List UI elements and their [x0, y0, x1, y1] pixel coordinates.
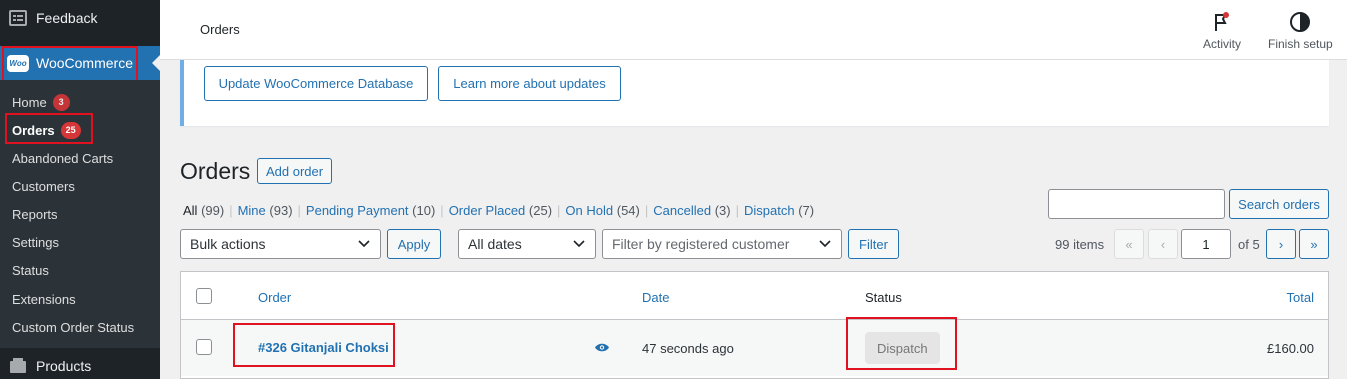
- status-badge: Dispatch: [865, 332, 940, 364]
- woocommerce-submenu: Home 3 Orders 25 Abandoned Carts Custome…: [0, 80, 160, 348]
- order-date: 47 seconds ago: [642, 341, 734, 356]
- orders-count-badge: 25: [60, 121, 81, 139]
- chevron-down-icon: [573, 240, 585, 248]
- submenu-label-reports: Reports: [12, 206, 58, 222]
- products-icon: [0, 358, 36, 374]
- view-link-order-placed[interactable]: Order Placed (25): [449, 203, 552, 218]
- submenu-label-custom-order-status: Custom Order Status: [12, 319, 135, 335]
- bulk-actions-value: Bulk actions: [190, 236, 266, 252]
- table-row[interactable]: #326 Gitanjali Choksi 47 seconds ago Dis…: [181, 320, 1328, 376]
- submenu-item-customers[interactable]: Customers: [12, 176, 75, 196]
- order-total: £160.00: [1267, 341, 1314, 356]
- column-header-status: Status: [865, 290, 902, 305]
- column-header-date[interactable]: Date: [642, 290, 669, 305]
- submenu-label-abandoned-carts: Abandoned Carts: [12, 150, 114, 166]
- submenu-label-settings: Settings: [12, 234, 59, 250]
- submenu-item-settings[interactable]: Settings: [12, 232, 59, 252]
- menu-item-feedback[interactable]: Feedback: [0, 1, 160, 35]
- view-separator: |: [440, 203, 444, 218]
- view-link-dispatch[interactable]: Dispatch (7): [744, 203, 814, 218]
- order-status-views: All (99) | Mine (93) | Pending Payment (10) |…: [183, 203, 814, 218]
- update-database-button[interactable]: Update WooCommerce Database: [204, 66, 428, 101]
- customer-filter-select[interactable]: Filter by registered customer: [602, 229, 842, 259]
- submenu-label-home: Home: [12, 94, 47, 110]
- preview-eye-icon[interactable]: [594, 342, 610, 353]
- dates-select[interactable]: All dates: [458, 229, 596, 259]
- table-header: Order Date Status Total: [181, 272, 1328, 320]
- menu-item-products[interactable]: Products: [0, 349, 160, 379]
- view-separator: |: [557, 203, 561, 218]
- view-link-all[interactable]: All (99): [183, 203, 224, 218]
- menu-item-woocommerce[interactable]: Woo WooCommerce: [0, 46, 160, 80]
- submenu-label-extensions: Extensions: [12, 291, 76, 307]
- learn-more-updates-button[interactable]: Learn more about updates: [438, 66, 621, 101]
- submenu-item-extensions[interactable]: Extensions: [12, 289, 76, 309]
- chevron-down-icon: [819, 240, 831, 248]
- bulk-actions-select[interactable]: Bulk actions: [180, 229, 381, 259]
- view-separator: |: [644, 203, 649, 218]
- orders-table: Order Date Status Total #326 Gitanjali C…: [180, 271, 1329, 379]
- activity-button[interactable]: Activity: [1203, 10, 1241, 51]
- progress-circle-icon: [1288, 10, 1312, 34]
- search-orders-button[interactable]: Search orders: [1229, 189, 1329, 219]
- customer-filter-placeholder: Filter by registered customer: [612, 236, 790, 252]
- view-link-pending-payment[interactable]: Pending Payment (10): [306, 203, 435, 218]
- finish-setup-label: Finish setup: [1268, 37, 1333, 51]
- update-notice: Update WooCommerce Database Learn more a…: [180, 60, 1329, 126]
- menu-label-products: Products: [36, 358, 92, 374]
- feedback-icon: [0, 10, 36, 26]
- total-pages-label: of 5: [1238, 237, 1260, 252]
- view-link-cancelled[interactable]: Cancelled (3): [653, 203, 730, 218]
- select-all-checkbox[interactable]: [196, 288, 212, 304]
- submenu-label-customers: Customers: [12, 178, 75, 194]
- menu-label-feedback: Feedback: [36, 10, 98, 26]
- filter-button[interactable]: Filter: [848, 229, 899, 259]
- prev-page-button[interactable]: ‹: [1148, 229, 1178, 259]
- next-page-button[interactable]: ›: [1266, 229, 1296, 259]
- last-page-button[interactable]: »: [1299, 229, 1329, 259]
- add-order-button[interactable]: Add order: [257, 158, 333, 184]
- submenu-item-custom-order-status[interactable]: Custom Order Status: [12, 317, 134, 337]
- items-count: 99 items: [1055, 237, 1105, 252]
- view-separator: |: [229, 203, 233, 218]
- admin-sidebar: Feedback Woo WooCommerce Home 3 Orders 2…: [0, 0, 160, 379]
- search-orders-input[interactable]: [1048, 189, 1225, 219]
- activity-label: Activity: [1203, 37, 1242, 51]
- submenu-item-status[interactable]: Status: [12, 260, 49, 280]
- view-separator: |: [297, 203, 301, 218]
- row-checkbox[interactable]: [196, 339, 212, 355]
- submenu-label-orders: Orders: [12, 122, 55, 138]
- menu-label-woocommerce: WooCommerce: [36, 55, 133, 71]
- column-header-order[interactable]: Order: [258, 290, 291, 305]
- current-page-input[interactable]: 1: [1181, 229, 1231, 259]
- apply-button[interactable]: Apply: [387, 229, 441, 259]
- order-link[interactable]: #326 Gitanjali Choksi: [258, 340, 389, 355]
- finish-setup-button[interactable]: Finish setup: [1268, 10, 1333, 51]
- dates-value: All dates: [468, 236, 522, 252]
- woocommerce-logo-icon: Woo: [0, 54, 36, 72]
- top-header-bar: Orders Activity Finish setup: [160, 0, 1347, 60]
- flag-icon: [1211, 10, 1233, 34]
- header-page-title: Orders: [200, 22, 240, 37]
- column-header-total[interactable]: Total: [1287, 290, 1314, 305]
- first-page-button[interactable]: «: [1114, 229, 1144, 259]
- submenu-item-orders[interactable]: Orders 25: [12, 120, 81, 140]
- submenu-label-status: Status: [12, 262, 49, 278]
- view-link-on-hold[interactable]: On Hold (54): [565, 203, 639, 218]
- submenu-item-reports[interactable]: Reports: [12, 204, 58, 224]
- submenu-item-abandoned-carts[interactable]: Abandoned Carts: [12, 148, 113, 168]
- view-separator: |: [735, 203, 739, 218]
- chevron-down-icon: [358, 240, 370, 248]
- page-title: Orders: [180, 158, 251, 184]
- home-count-badge: 3: [52, 93, 70, 111]
- submenu-item-home[interactable]: Home 3: [12, 92, 70, 112]
- view-link-mine[interactable]: Mine (93): [238, 203, 293, 218]
